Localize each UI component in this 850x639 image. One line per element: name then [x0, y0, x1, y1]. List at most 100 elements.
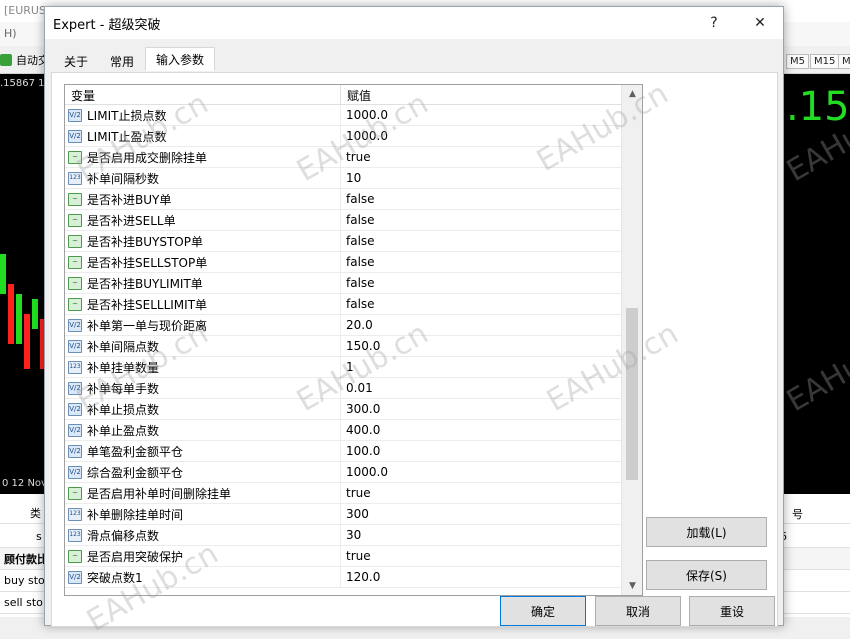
param-value[interactable]: 100.0 [341, 444, 380, 458]
param-value[interactable]: 20.0 [341, 318, 373, 332]
param-name-cell: ~ 是否补挂BUYSTOP单 [65, 230, 341, 252]
param-row[interactable]: V/2 补单止损点数 300.0 [65, 398, 621, 420]
scroll-up-arrow-icon[interactable]: ▲ [622, 85, 642, 103]
param-value[interactable]: true [341, 549, 371, 563]
double-type-icon: V/2 [68, 465, 82, 479]
expert-dialog: Expert - 超级突破 ? ✕ 关于 常用 输入参数 变量 赋值 V/2 LI… [44, 6, 784, 627]
param-value[interactable]: 1000.0 [341, 465, 388, 479]
reset-button[interactable]: 重设 [689, 596, 775, 626]
tab-inputs[interactable]: 输入参数 [145, 47, 216, 71]
close-button[interactable]: ✕ [737, 7, 783, 39]
param-value[interactable]: false [341, 192, 375, 206]
dialog-title-bar[interactable]: Expert - 超级突破 ? ✕ [45, 7, 783, 39]
param-value[interactable]: false [341, 255, 375, 269]
param-name: 滑点偏移点数 [87, 528, 160, 543]
candle [8, 284, 14, 344]
param-row[interactable]: 123 补单挂单数量 1 [65, 356, 621, 378]
ok-button[interactable]: 确定 [500, 596, 586, 626]
timeframe-m5[interactable]: M5 [786, 54, 809, 69]
double-type-icon: V/2 [68, 108, 82, 122]
param-row[interactable]: V/2 单笔盈利金额平仓 100.0 [65, 440, 621, 462]
bool-type-icon: ~ [68, 213, 82, 227]
param-row[interactable]: ~ 是否启用突破保护 true [65, 545, 621, 567]
param-value[interactable]: 30 [341, 528, 361, 542]
param-name: 是否补挂SELLSTOP单 [87, 255, 208, 270]
param-name: 是否启用成交删除挂单 [87, 150, 208, 165]
param-value[interactable]: 300 [341, 507, 369, 521]
help-button[interactable]: ? [691, 7, 737, 39]
param-name: 突破点数1 [87, 570, 143, 585]
param-name: 综合盈利金额平仓 [87, 465, 184, 480]
bool-type-icon: ~ [68, 276, 82, 290]
param-name: 补单间隔秒数 [87, 171, 160, 186]
param-row[interactable]: ~ 是否补进BUY单 false [65, 188, 621, 210]
param-value[interactable]: 10 [341, 171, 361, 185]
double-type-icon: V/2 [68, 129, 82, 143]
param-row[interactable]: ~ 是否启用成交删除挂单 true [65, 146, 621, 168]
param-name-cell: 123 滑点偏移点数 [65, 524, 341, 546]
bool-type-icon: ~ [68, 549, 82, 563]
param-row[interactable]: ~ 是否补挂SELLLIMIT单 false [65, 293, 621, 315]
dialog-title: Expert - 超级突破 [53, 17, 161, 33]
param-name-cell: ~ 是否启用补单时间删除挂单 [65, 482, 341, 504]
bottom-cell: 号 [792, 508, 803, 521]
tab-about[interactable]: 关于 [53, 49, 99, 71]
param-row[interactable]: V/2 补单间隔点数 150.0 [65, 335, 621, 357]
param-value[interactable]: 1000.0 [341, 108, 388, 122]
param-name-cell: V/2 补单止损点数 [65, 398, 341, 420]
param-value[interactable]: true [341, 150, 371, 164]
param-row[interactable]: 123 补单删除挂单时间 300 [65, 503, 621, 525]
params-table: 变量 赋值 V/2 LIMIT止损点数 1000.0 V/2 LIMIT止盈点数 1000… [64, 84, 643, 596]
cancel-button[interactable]: 取消 [595, 596, 681, 626]
param-value[interactable]: 0.01 [341, 381, 373, 395]
param-row[interactable]: V/2 综合盈利金额平仓 1000.0 [65, 461, 621, 483]
param-row[interactable]: V/2 LIMIT止损点数 1000.0 [65, 104, 621, 126]
scroll-down-arrow-icon[interactable]: ▼ [622, 577, 642, 595]
tab-common[interactable]: 常用 [99, 49, 145, 71]
param-name-cell: V/2 LIMIT止损点数 [65, 104, 341, 126]
double-type-icon: V/2 [68, 339, 82, 353]
param-name-cell: 123 补单间隔秒数 [65, 167, 341, 189]
param-row[interactable]: ~ 是否补挂SELLSTOP单 false [65, 251, 621, 273]
param-row[interactable]: V/2 突破点数1 120.0 [65, 566, 621, 588]
column-value[interactable]: 赋值 [341, 85, 377, 104]
param-row[interactable]: 123 滑点偏移点数 30 [65, 524, 621, 546]
param-value[interactable]: 300.0 [341, 402, 380, 416]
param-value[interactable]: false [341, 213, 375, 227]
param-value[interactable]: false [341, 234, 375, 248]
param-row[interactable]: ~ 是否补进SELL单 false [65, 209, 621, 231]
param-value[interactable]: false [341, 276, 375, 290]
param-row[interactable]: ~ 是否补挂BUYLIMIT单 false [65, 272, 621, 294]
param-name: LIMIT止盈点数 [87, 129, 167, 144]
param-name: 补单每单手数 [87, 381, 160, 396]
param-value[interactable]: true [341, 486, 371, 500]
save-button[interactable]: 保存(S) [646, 560, 767, 590]
param-value[interactable]: 120.0 [341, 570, 380, 584]
param-value[interactable]: 1000.0 [341, 129, 388, 143]
param-row[interactable]: 123 补单间隔秒数 10 [65, 167, 621, 189]
timeframe-more[interactable]: M [838, 54, 850, 69]
param-name: LIMIT止损点数 [87, 108, 167, 123]
param-name: 是否补进BUY单 [87, 192, 172, 207]
param-row[interactable]: V/2 补单第一单与现价距离 20.0 [65, 314, 621, 336]
param-value[interactable]: false [341, 297, 375, 311]
scroll-thumb[interactable] [626, 308, 638, 480]
param-row[interactable]: ~ 是否补挂BUYSTOP单 false [65, 230, 621, 252]
param-name-cell: V/2 补单间隔点数 [65, 335, 341, 357]
param-row[interactable]: V/2 LIMIT止盈点数 1000.0 [65, 125, 621, 147]
column-variable[interactable]: 变量 [65, 85, 341, 104]
param-value[interactable]: 1 [341, 360, 354, 374]
menu-fragment[interactable]: H) [4, 27, 17, 40]
param-name: 补单挂单数量 [87, 360, 160, 375]
param-value[interactable]: 400.0 [341, 423, 380, 437]
timeframe-m15[interactable]: M15 [810, 54, 840, 69]
param-row[interactable]: V/2 补单止盈点数 400.0 [65, 419, 621, 441]
auto-trading-button[interactable]: 自动交 [0, 52, 49, 68]
param-row[interactable]: V/2 补单每单手数 0.01 [65, 377, 621, 399]
load-button[interactable]: 加载(L) [646, 517, 767, 547]
param-name-cell: V/2 LIMIT止盈点数 [65, 125, 341, 147]
param-value[interactable]: 150.0 [341, 339, 380, 353]
param-name-cell: V/2 综合盈利金额平仓 [65, 461, 341, 483]
vertical-scrollbar[interactable]: ▲ ▼ [621, 85, 642, 595]
param-row[interactable]: ~ 是否启用补单时间删除挂单 true [65, 482, 621, 504]
